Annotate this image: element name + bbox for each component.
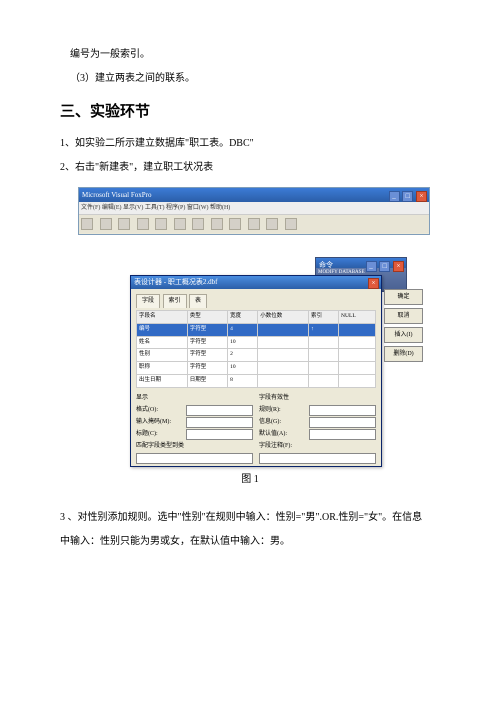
side-buttons: 确定 取消 插入(I) 删除(D) xyxy=(384,289,423,362)
class-field[interactable] xyxy=(136,453,253,464)
col-null: NULL xyxy=(339,310,376,323)
delete-button[interactable]: 删除(D) xyxy=(384,346,423,362)
toolbar-button[interactable] xyxy=(211,218,223,230)
format-field[interactable] xyxy=(186,405,253,416)
section-label: 显示 xyxy=(136,393,186,404)
step-1: 1、如实验二所示建立数据库"职工表。DBC" xyxy=(60,135,440,153)
vfp-titlebar: Microsoft Visual FoxPro _ □ × xyxy=(79,188,429,202)
comment-field[interactable] xyxy=(259,453,376,464)
designer-tabs: 字段 索引 表 xyxy=(136,292,376,310)
message-label: 信息(G): xyxy=(259,417,309,428)
minimize-icon[interactable]: _ xyxy=(366,261,377,272)
field-grid[interactable]: 字段名 类型 宽度 小数位数 索引 NULL 编号字符型4↑ 姓名字符型10 xyxy=(136,310,376,388)
right-panel: 字段有效性 规则(R): 信息(G): 默认值(A): 字段注释(F): xyxy=(259,392,376,465)
main-menu[interactable]: 文件(F) 编辑(E) 显示(V) 工具(T) 程序(P) 窗口(W) 帮助(H… xyxy=(79,202,429,214)
grid-row[interactable]: 职称字符型10 xyxy=(137,362,376,375)
section-heading: 三、实验环节 xyxy=(60,98,440,125)
vfp-title-text: Microsoft Visual FoxPro xyxy=(82,191,151,199)
toolbar-button[interactable] xyxy=(248,218,260,230)
caption-label: 标题(C): xyxy=(136,429,186,440)
col-width: 宽度 xyxy=(228,310,258,323)
toolbar-button[interactable] xyxy=(285,218,297,230)
figure-1: Microsoft Visual FoxPro _ □ × 文件(F) 编辑(E… xyxy=(60,187,440,467)
grid-header: 字段名 类型 宽度 小数位数 索引 NULL xyxy=(137,310,376,323)
col-type: 类型 xyxy=(187,310,227,323)
left-panel: 显示 格式(O): 输入掩码(M): 标题(C): 匹配字段类型到类 xyxy=(136,392,253,465)
toolbar-button[interactable] xyxy=(137,218,149,230)
step-3b: 中输入：性别只能为男或女，在默认值中输入：男。 xyxy=(60,533,440,551)
toolbar-button[interactable] xyxy=(118,218,130,230)
comment-label: 字段注释(F): xyxy=(259,441,309,452)
window-buttons: _ □ × xyxy=(365,259,405,273)
toolbar-button[interactable] xyxy=(100,218,112,230)
col-name: 字段名 xyxy=(137,310,188,323)
caption-field[interactable] xyxy=(186,429,253,440)
figure-caption: 图 1 xyxy=(60,471,440,489)
default-field[interactable] xyxy=(309,429,376,440)
toolbar-button[interactable] xyxy=(229,218,241,230)
main-toolbar xyxy=(79,214,429,233)
toolbar-button[interactable] xyxy=(174,218,186,230)
table-designer-dialog: 表设计器 - 职工概况表2.dbf × 确定 取消 插入(I) 删除(D) 字段… xyxy=(130,275,382,467)
line-2: （3）建立两表之间的联系。 xyxy=(60,70,440,88)
line-1: 编号为一般索引。 xyxy=(60,46,440,64)
class-label: 匹配字段类型到类 xyxy=(136,441,186,452)
command-titlebar: 命令 _ □ × xyxy=(316,258,406,268)
mask-field[interactable] xyxy=(186,417,253,428)
tab-index[interactable]: 索引 xyxy=(163,294,187,308)
window-buttons: _ □ × xyxy=(388,189,428,203)
close-icon[interactable]: × xyxy=(368,278,379,289)
grid-row[interactable]: 性别字符型2 xyxy=(137,349,376,362)
close-icon[interactable]: × xyxy=(393,261,404,272)
command-title: 命令 xyxy=(319,261,333,269)
insert-button[interactable]: 插入(I) xyxy=(384,327,423,343)
toolbar-button[interactable] xyxy=(266,218,278,230)
default-label: 默认值(A): xyxy=(259,429,309,440)
format-label: 格式(O): xyxy=(136,405,186,416)
section-label: 字段有效性 xyxy=(259,393,309,404)
designer-title-text: 表设计器 - 职工概况表2.dbf xyxy=(134,278,217,286)
close-icon[interactable]: × xyxy=(416,191,427,202)
tab-fields[interactable]: 字段 xyxy=(136,294,160,308)
rule-label: 规则(R): xyxy=(259,405,309,416)
col-index: 索引 xyxy=(308,310,338,323)
tab-table[interactable]: 表 xyxy=(189,294,207,308)
vfp-main-window: Microsoft Visual FoxPro _ □ × 文件(F) 编辑(E… xyxy=(78,187,430,235)
grid-row[interactable]: 姓名字符型10 xyxy=(137,336,376,349)
toolbar-button[interactable] xyxy=(192,218,204,230)
message-field[interactable] xyxy=(309,417,376,428)
toolbar-button[interactable] xyxy=(81,218,93,230)
toolbar-button[interactable] xyxy=(155,218,167,230)
cancel-button[interactable]: 取消 xyxy=(384,308,423,324)
mask-label: 输入掩码(M): xyxy=(136,417,186,428)
col-dec: 小数位数 xyxy=(258,310,309,323)
maximize-icon[interactable]: □ xyxy=(379,261,390,272)
grid-row[interactable]: 出生日期日期型8 xyxy=(137,375,376,388)
step-2: 2、右击"新建表"，建立职工状况表 xyxy=(60,159,440,177)
step-3a: 3 、对性别添加规则。选中"性别"在规则中输入：性别="男".OR.性别="女"… xyxy=(60,509,440,527)
rule-field[interactable] xyxy=(309,405,376,416)
ok-button[interactable]: 确定 xyxy=(384,289,423,305)
designer-titlebar: 表设计器 - 职工概况表2.dbf × xyxy=(131,276,381,289)
grid-row[interactable]: 编号字符型4↑ xyxy=(137,323,376,336)
maximize-icon[interactable]: □ xyxy=(402,191,413,202)
minimize-icon[interactable]: _ xyxy=(389,191,400,202)
window-buttons: × xyxy=(367,277,379,290)
